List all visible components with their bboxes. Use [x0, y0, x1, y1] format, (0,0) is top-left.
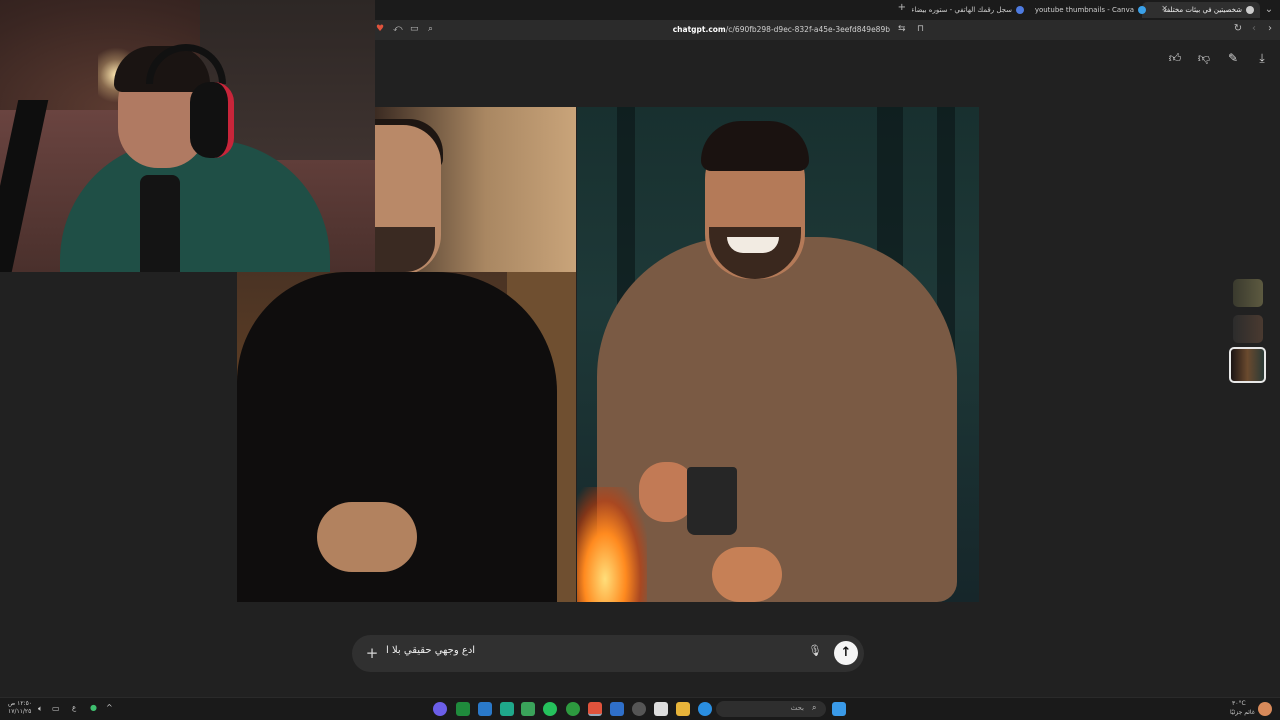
- person-hand: [712, 547, 782, 602]
- close-tab-icon[interactable]: ✕: [1161, 4, 1168, 13]
- share-icon[interactable]: ⤺: [393, 24, 403, 34]
- person-hoodie: [597, 237, 957, 602]
- url-host: chatgpt.com: [672, 25, 726, 34]
- tab-label: سجل رقمك الهاتفي - ستوره بيضاء: [912, 6, 1012, 14]
- url-path: /c/690fb298-d9ec-832f-a45e-3eefd849e89b: [725, 25, 890, 34]
- input-language[interactable]: ع: [72, 704, 76, 712]
- mug: [687, 467, 737, 535]
- brave-browser-icon[interactable]: [588, 702, 602, 716]
- generated-image-right[interactable]: [577, 107, 979, 602]
- add-attachment-icon[interactable]: +: [364, 643, 380, 663]
- weather-desc[interactable]: غائم جزئيًا: [1230, 709, 1255, 716]
- chatgpt-favicon-icon: [1246, 6, 1254, 14]
- start-icon[interactable]: [832, 702, 846, 716]
- url-field[interactable]: chatgpt.com/c/690fb298-d9ec-832f-a45e-3e…: [673, 25, 890, 34]
- window-control-icon[interactable]: ⌄: [1262, 4, 1276, 15]
- play-icon[interactable]: [456, 702, 470, 716]
- app-icon[interactable]: [521, 702, 535, 716]
- search-icon[interactable]: ⌕: [812, 703, 816, 713]
- edge-icon[interactable]: [698, 702, 712, 716]
- tab-phone[interactable]: سجل رقمك الهاتفي - ستوره بيضاء: [912, 2, 1030, 18]
- file-explorer-icon[interactable]: [676, 702, 690, 716]
- site-favicon-icon: [1016, 6, 1024, 14]
- weather-icon[interactable]: [1258, 702, 1272, 716]
- new-tab-icon[interactable]: +: [898, 2, 906, 13]
- xbox-icon[interactable]: [566, 702, 580, 716]
- webcam-overlay: [0, 0, 375, 272]
- generated-image-left[interactable]: [237, 272, 576, 602]
- app-icon[interactable]: [478, 702, 492, 716]
- window-icon[interactable]: ▭: [410, 24, 419, 34]
- edit-image-icon[interactable]: ✎: [1225, 50, 1241, 66]
- clock-date[interactable]: ١٧/١١/٢٥: [8, 708, 31, 715]
- speaker-icon[interactable]: 🔈︎: [38, 704, 43, 714]
- whatsapp-icon[interactable]: [543, 702, 557, 716]
- prompt-input[interactable]: ادع وجهي حقيقي بلا ا: [386, 645, 475, 656]
- search-icon[interactable]: ⌕: [428, 24, 433, 34]
- app-icon[interactable]: [500, 702, 514, 716]
- discord-icon[interactable]: [433, 702, 447, 716]
- image-thumbnail-3-selected[interactable]: [1229, 347, 1266, 383]
- prompt-composer[interactable]: + ادع وجهي حقيقي بلا ا 🎙 ↑: [352, 635, 864, 672]
- microphone-icon[interactable]: 🎙: [808, 644, 822, 657]
- weather-temp[interactable]: ٣٠°C: [1232, 700, 1246, 707]
- app-icon[interactable]: [610, 702, 624, 716]
- taskbar-search[interactable]: بحث: [716, 701, 826, 717]
- tray-expand-icon[interactable]: ^: [106, 703, 113, 712]
- screen: ⌄ شخصيتين في بيئات مختلفة ✕ youtube thum…: [0, 0, 1280, 720]
- chatgpt-icon[interactable]: [632, 702, 646, 716]
- image-thumbnail-1[interactable]: [1233, 279, 1263, 307]
- tab-canva[interactable]: youtube thumbnails - Canva يحث عن: [1034, 2, 1152, 18]
- image-thumbnail-2[interactable]: [1233, 315, 1263, 343]
- bookmark-icon[interactable]: ⊓: [917, 24, 924, 34]
- person-smile: [727, 237, 779, 253]
- windows-taskbar: ١٢:٥٠ ص ١٧/١١/٢٥ 🔈︎ ▭ ع ● ^ بحث ⌕ ٣٠°C غ…: [0, 697, 1280, 720]
- back-icon[interactable]: ›: [1263, 23, 1277, 34]
- headphone-cup: [190, 82, 234, 158]
- tab-label: youtube thumbnails - Canva يحث عن: [1034, 6, 1134, 14]
- mic-status-icon[interactable]: ●: [90, 703, 97, 712]
- thumbs-down-icon[interactable]: 👎︎: [1196, 50, 1212, 66]
- person-hair: [701, 121, 809, 171]
- person-hands: [317, 502, 417, 572]
- translate-icon[interactable]: ⇆: [898, 24, 906, 34]
- store-icon[interactable]: [654, 702, 668, 716]
- microphone: [140, 175, 180, 272]
- network-icon[interactable]: ▭: [52, 704, 60, 713]
- send-button[interactable]: ↑: [834, 641, 858, 665]
- tab-label: شخصيتين في بيئات مختلفة: [1163, 6, 1242, 14]
- campfire: [577, 487, 647, 602]
- brave-shield-icon[interactable]: ♥: [376, 24, 384, 34]
- generated-image-left-top[interactable]: [375, 107, 576, 272]
- search-favicon-icon: [1138, 6, 1146, 14]
- reload-icon[interactable]: ↻: [1231, 23, 1245, 34]
- forward-icon[interactable]: ‹: [1247, 23, 1261, 34]
- tab-active[interactable]: شخصيتين في بيئات مختلفة: [1142, 2, 1260, 18]
- download-icon[interactable]: ⤓: [1254, 50, 1270, 66]
- thumbs-up-icon[interactable]: 👍︎: [1167, 50, 1183, 66]
- clock-time[interactable]: ١٢:٥٠ ص: [8, 700, 32, 707]
